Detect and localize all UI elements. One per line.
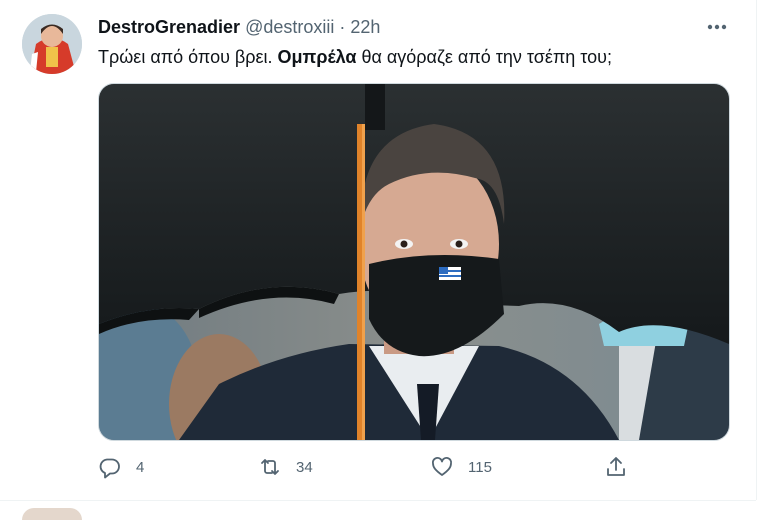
share-button[interactable] xyxy=(604,452,628,482)
tweet-photo[interactable] xyxy=(98,83,730,441)
avatar[interactable] xyxy=(22,14,82,74)
tweet-header: DestroGrenadier @destroxiii · 22h xyxy=(98,16,380,38)
heart-icon xyxy=(432,457,452,476)
retweet-count: 34 xyxy=(296,458,313,476)
like-count: 115 xyxy=(468,458,492,476)
share-icon xyxy=(607,457,625,476)
separator-dot: · xyxy=(339,17,346,37)
tweet-actions: 4 34 115 xyxy=(98,452,638,482)
like-button[interactable]: 115 xyxy=(430,452,492,482)
next-tweet-avatar[interactable] xyxy=(22,508,82,520)
retweet-button[interactable]: 34 xyxy=(258,452,313,482)
reply-button[interactable]: 4 xyxy=(98,452,144,482)
retweet-icon xyxy=(261,459,279,475)
avatar-image xyxy=(22,14,82,74)
display-name[interactable]: DestroGrenadier xyxy=(98,17,240,37)
more-options-button[interactable] xyxy=(700,14,734,40)
user-handle[interactable]: @destroxiii xyxy=(245,17,334,37)
tweet-card[interactable]: DestroGrenadier @destroxiii · 22h Τρώει … xyxy=(0,0,757,500)
tweet-text: Τρώει από όπου βρει. Ομπρέλα θα αγόραζε … xyxy=(98,46,612,68)
reply-count: 4 xyxy=(136,458,145,476)
next-tweet-divider xyxy=(0,500,756,515)
reply-icon xyxy=(99,458,120,479)
tweet-text-bold: Ομπρέλα xyxy=(277,47,357,67)
tweet-text-part2: θα αγόραζε από την τσέπη του; xyxy=(356,47,613,67)
tweet-text-part1: Τρώει από όπου βρει. xyxy=(98,47,278,67)
more-dots-icon xyxy=(707,24,727,30)
tweet-timestamp[interactable]: 22h xyxy=(350,17,380,37)
photo-icon xyxy=(99,84,729,440)
